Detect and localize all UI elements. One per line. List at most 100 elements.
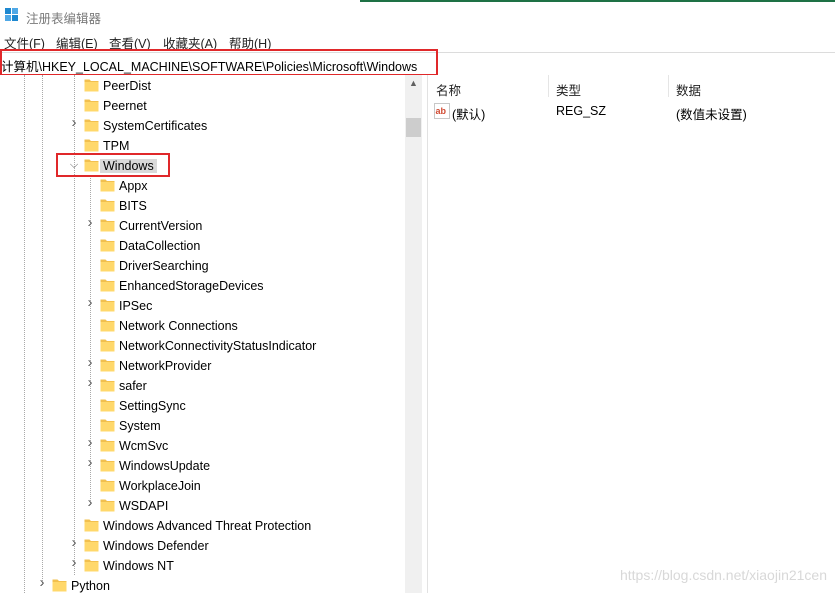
tree-item-appx[interactable]: Appx [0, 176, 405, 196]
tree-item-label: DriverSearching [119, 259, 209, 273]
tree-item-ipsec[interactable]: › IPSec [0, 295, 405, 316]
tree-item-currentversion[interactable]: › CurrentVersion [0, 215, 405, 236]
column-header-type[interactable]: 类型 [556, 80, 581, 99]
tree-item-windows-advanced-threat-protection[interactable]: Windows Advanced Threat Protection [0, 516, 405, 536]
tree-item-label: Peernet [103, 99, 147, 113]
tree-item-windows-defender[interactable]: › Windows Defender [0, 535, 405, 556]
tree-item-system[interactable]: System [0, 416, 405, 436]
chevron-right-icon[interactable]: › [68, 115, 80, 130]
tree-item-label: EnhancedStorageDevices [119, 279, 264, 293]
folder-icon [100, 219, 115, 232]
tree-item-safer[interactable]: › safer [0, 375, 405, 396]
column-divider[interactable] [668, 75, 669, 97]
tree-item-driversearching[interactable]: DriverSearching [0, 256, 405, 276]
folder-icon [100, 399, 115, 412]
folder-icon [100, 379, 115, 392]
folder-icon [100, 459, 115, 472]
tree-scrollbar[interactable]: ▲ [405, 75, 422, 593]
address-highlight-box [0, 49, 438, 76]
folder-icon [84, 539, 99, 552]
folder-icon [100, 239, 115, 252]
tree-item-wcmsvc[interactable]: › WcmSvc [0, 435, 405, 456]
tree-item-label: System [119, 419, 161, 433]
tree-item-label: Network Connections [119, 319, 238, 333]
tree-item-windows-nt[interactable]: › Windows NT [0, 555, 405, 576]
folder-icon [84, 139, 99, 152]
tree-item-label: NetworkConnectivityStatusIndicator [119, 339, 317, 353]
tree-item-label: Python [71, 579, 110, 593]
folder-icon [100, 179, 115, 192]
chevron-right-icon[interactable]: › [84, 295, 96, 310]
title-bar: 注册表编辑器 [0, 0, 835, 30]
value-row[interactable]: ab (默认) REG_SZ (数值未设置) [428, 102, 835, 122]
tree-item-peernet[interactable]: Peernet [0, 96, 405, 116]
value-name: (默认) [452, 108, 486, 122]
folder-icon [100, 299, 115, 312]
folder-icon [84, 119, 99, 132]
tree-item-label: CurrentVersion [119, 219, 203, 233]
tree-item-datacollection[interactable]: DataCollection [0, 236, 405, 256]
chevron-right-icon[interactable]: › [36, 575, 48, 590]
regedit-app-icon [5, 8, 18, 21]
tree-item-label: Appx [119, 179, 148, 193]
tree-item-enhancedstoragedevices[interactable]: EnhancedStorageDevices [0, 276, 405, 296]
tree-item-systemcertificates[interactable]: › SystemCertificates [0, 115, 405, 136]
folder-icon [100, 439, 115, 452]
tree-item-label: Windows Advanced Threat Protection [103, 519, 312, 533]
value-type: REG_SZ [556, 104, 607, 118]
chevron-right-icon[interactable]: › [68, 555, 80, 570]
chevron-right-icon[interactable]: › [84, 355, 96, 370]
chevron-right-icon[interactable]: › [84, 375, 96, 390]
tree-item-network-connections[interactable]: Network Connections [0, 316, 405, 336]
tree-item-label: WcmSvc [119, 439, 169, 453]
window-title: 注册表编辑器 [26, 12, 102, 26]
scroll-up-arrow-icon[interactable]: ▲ [405, 75, 422, 92]
column-divider[interactable] [548, 75, 549, 97]
tree-item-label: IPSec [119, 299, 153, 313]
folder-icon [100, 359, 115, 372]
folder-icon [100, 279, 115, 292]
tree-item-settingsync[interactable]: SettingSync [0, 396, 405, 416]
tree-item-label: DataCollection [119, 239, 201, 253]
tree-item-peerdist[interactable]: PeerDist [0, 76, 405, 96]
chevron-right-icon[interactable]: › [84, 435, 96, 450]
values-pane[interactable]: 名称 类型 数据 ab (默认) REG_SZ (数值未设置) [428, 75, 835, 593]
chevron-right-icon[interactable]: › [84, 215, 96, 230]
tree-item-label: TPM [103, 139, 130, 153]
menu-bar: 文件(F) 编辑(E) 查看(V) 收藏夹(A) 帮助(H) [0, 31, 835, 51]
value-data: (数值未设置) [676, 108, 747, 122]
tree-item-wsdapi[interactable]: › WSDAPI [0, 495, 405, 516]
tree-item-label: PeerDist [103, 79, 151, 93]
tree-item-windowsupdate[interactable]: › WindowsUpdate [0, 455, 405, 476]
column-header-data[interactable]: 数据 [676, 80, 701, 99]
folder-icon [100, 199, 115, 212]
tree-item-label: WorkplaceJoin [119, 479, 201, 493]
tree-item-label: WSDAPI [119, 499, 169, 513]
windows-highlight-box [56, 153, 170, 177]
scroll-thumb[interactable] [406, 118, 421, 137]
tree-item-networkprovider[interactable]: › NetworkProvider [0, 355, 405, 376]
folder-icon [84, 559, 99, 572]
folder-icon [84, 79, 99, 92]
tree-item-label: SystemCertificates [103, 119, 208, 133]
tree-item-networkconnectivitystatusindicator[interactable]: NetworkConnectivityStatusIndicator [0, 336, 405, 356]
folder-icon [100, 499, 115, 512]
chevron-right-icon[interactable]: › [68, 535, 80, 550]
folder-icon [84, 99, 99, 112]
chevron-right-icon[interactable]: › [84, 495, 96, 510]
watermark: https://blog.csdn.net/xiaojin21cen [619, 567, 827, 583]
tree-item-python[interactable]: › Python [0, 575, 405, 593]
tree-item-label: BITS [119, 199, 147, 213]
tree-item-workplacejoin[interactable]: WorkplaceJoin [0, 476, 405, 496]
folder-icon [100, 259, 115, 272]
folder-icon [100, 339, 115, 352]
column-header-name[interactable]: 名称 [436, 80, 461, 99]
svg-text:ab: ab [436, 106, 447, 116]
tree-item-label: WindowsUpdate [119, 459, 211, 473]
folder-icon [52, 579, 67, 592]
string-value-icon: ab [434, 103, 450, 119]
folder-icon [100, 419, 115, 432]
folder-icon [84, 519, 99, 532]
tree-item-bits[interactable]: BITS [0, 196, 405, 216]
chevron-right-icon[interactable]: › [84, 455, 96, 470]
